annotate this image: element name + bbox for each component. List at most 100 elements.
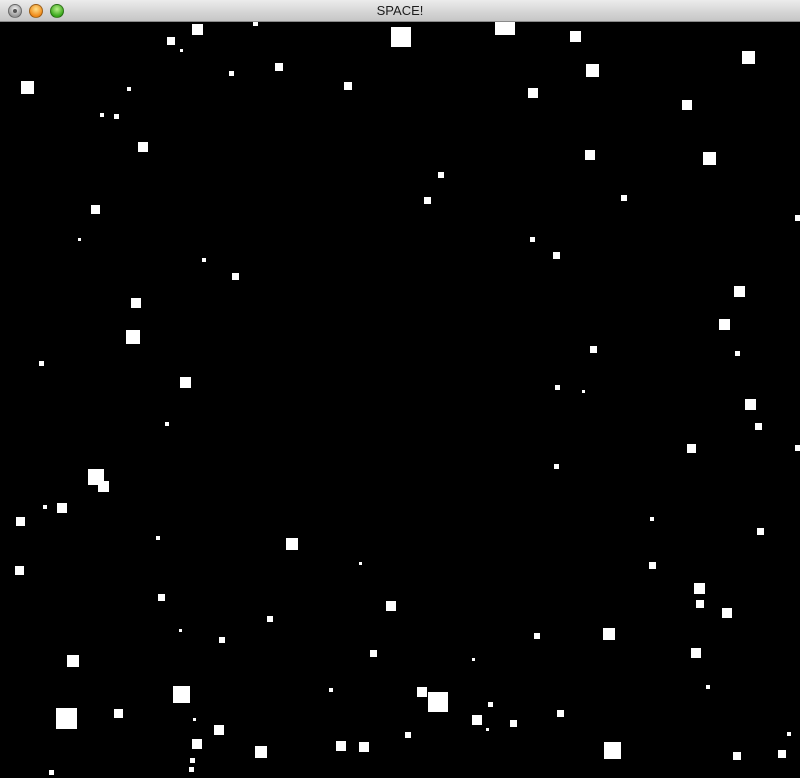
star (495, 22, 515, 35)
star (90, 204, 100, 214)
star (358, 561, 362, 565)
star (472, 715, 482, 725)
star (179, 48, 183, 52)
star (167, 37, 175, 45)
star (275, 63, 283, 71)
star (14, 565, 24, 575)
star (733, 752, 741, 760)
starfield-canvas[interactable] (0, 22, 800, 778)
star (733, 285, 745, 297)
star (38, 360, 44, 366)
star (528, 88, 538, 98)
star (55, 707, 77, 729)
star (589, 345, 597, 353)
star (156, 536, 160, 540)
star (219, 637, 225, 643)
star (744, 398, 756, 410)
star (48, 769, 54, 775)
star (267, 616, 273, 622)
star (423, 196, 431, 204)
star (188, 766, 194, 772)
star (686, 443, 696, 453)
star (693, 582, 705, 594)
star (754, 422, 762, 430)
star (97, 480, 109, 492)
star (569, 30, 581, 42)
star (286, 538, 298, 550)
title-bar[interactable]: SPACE! (0, 0, 800, 22)
star (231, 272, 239, 280)
star (391, 27, 411, 47)
star (369, 649, 377, 657)
star (534, 633, 540, 639)
star (57, 503, 67, 513)
star (696, 600, 704, 608)
star (509, 719, 517, 727)
star (157, 593, 165, 601)
star (585, 150, 595, 160)
star (127, 87, 131, 91)
star (329, 688, 333, 692)
star (603, 628, 615, 640)
star (100, 113, 104, 117)
star (43, 505, 47, 509)
star (336, 741, 346, 751)
star (682, 100, 692, 110)
star (621, 195, 627, 201)
star (172, 685, 190, 703)
star (417, 687, 427, 697)
star (344, 82, 352, 90)
star (487, 701, 493, 707)
star (756, 527, 764, 535)
star (581, 389, 585, 393)
star (189, 757, 195, 763)
star (113, 708, 123, 718)
star (741, 50, 755, 64)
star (706, 685, 710, 689)
star (386, 601, 396, 611)
star (778, 750, 786, 758)
star (192, 739, 202, 749)
star (734, 350, 740, 356)
star (255, 746, 267, 758)
star (179, 376, 191, 388)
star (15, 516, 25, 526)
star (691, 648, 701, 658)
star (553, 463, 559, 469)
star (718, 318, 730, 330)
star (405, 732, 411, 738)
app-window: SPACE! (0, 0, 800, 778)
star (359, 742, 369, 752)
star (650, 517, 654, 521)
star (131, 298, 141, 308)
star (428, 692, 448, 712)
star (702, 151, 716, 165)
star (228, 70, 234, 76)
star (214, 725, 224, 735)
star (471, 657, 475, 661)
star (165, 422, 169, 426)
star (252, 22, 258, 26)
star (554, 384, 560, 390)
star (67, 655, 79, 667)
star (585, 63, 599, 77)
star (126, 330, 140, 344)
star (113, 113, 119, 119)
star (192, 717, 196, 721)
star (529, 236, 535, 242)
star (20, 80, 34, 94)
star (485, 727, 489, 731)
star (77, 237, 81, 241)
star (795, 215, 800, 221)
star (603, 741, 621, 759)
star (191, 23, 203, 35)
window-title: SPACE! (376, 3, 424, 18)
star (552, 251, 560, 259)
star (202, 258, 206, 262)
star (556, 709, 564, 717)
star (178, 628, 182, 632)
star (722, 608, 732, 618)
star (138, 142, 148, 152)
star (795, 445, 800, 451)
star (787, 732, 791, 736)
